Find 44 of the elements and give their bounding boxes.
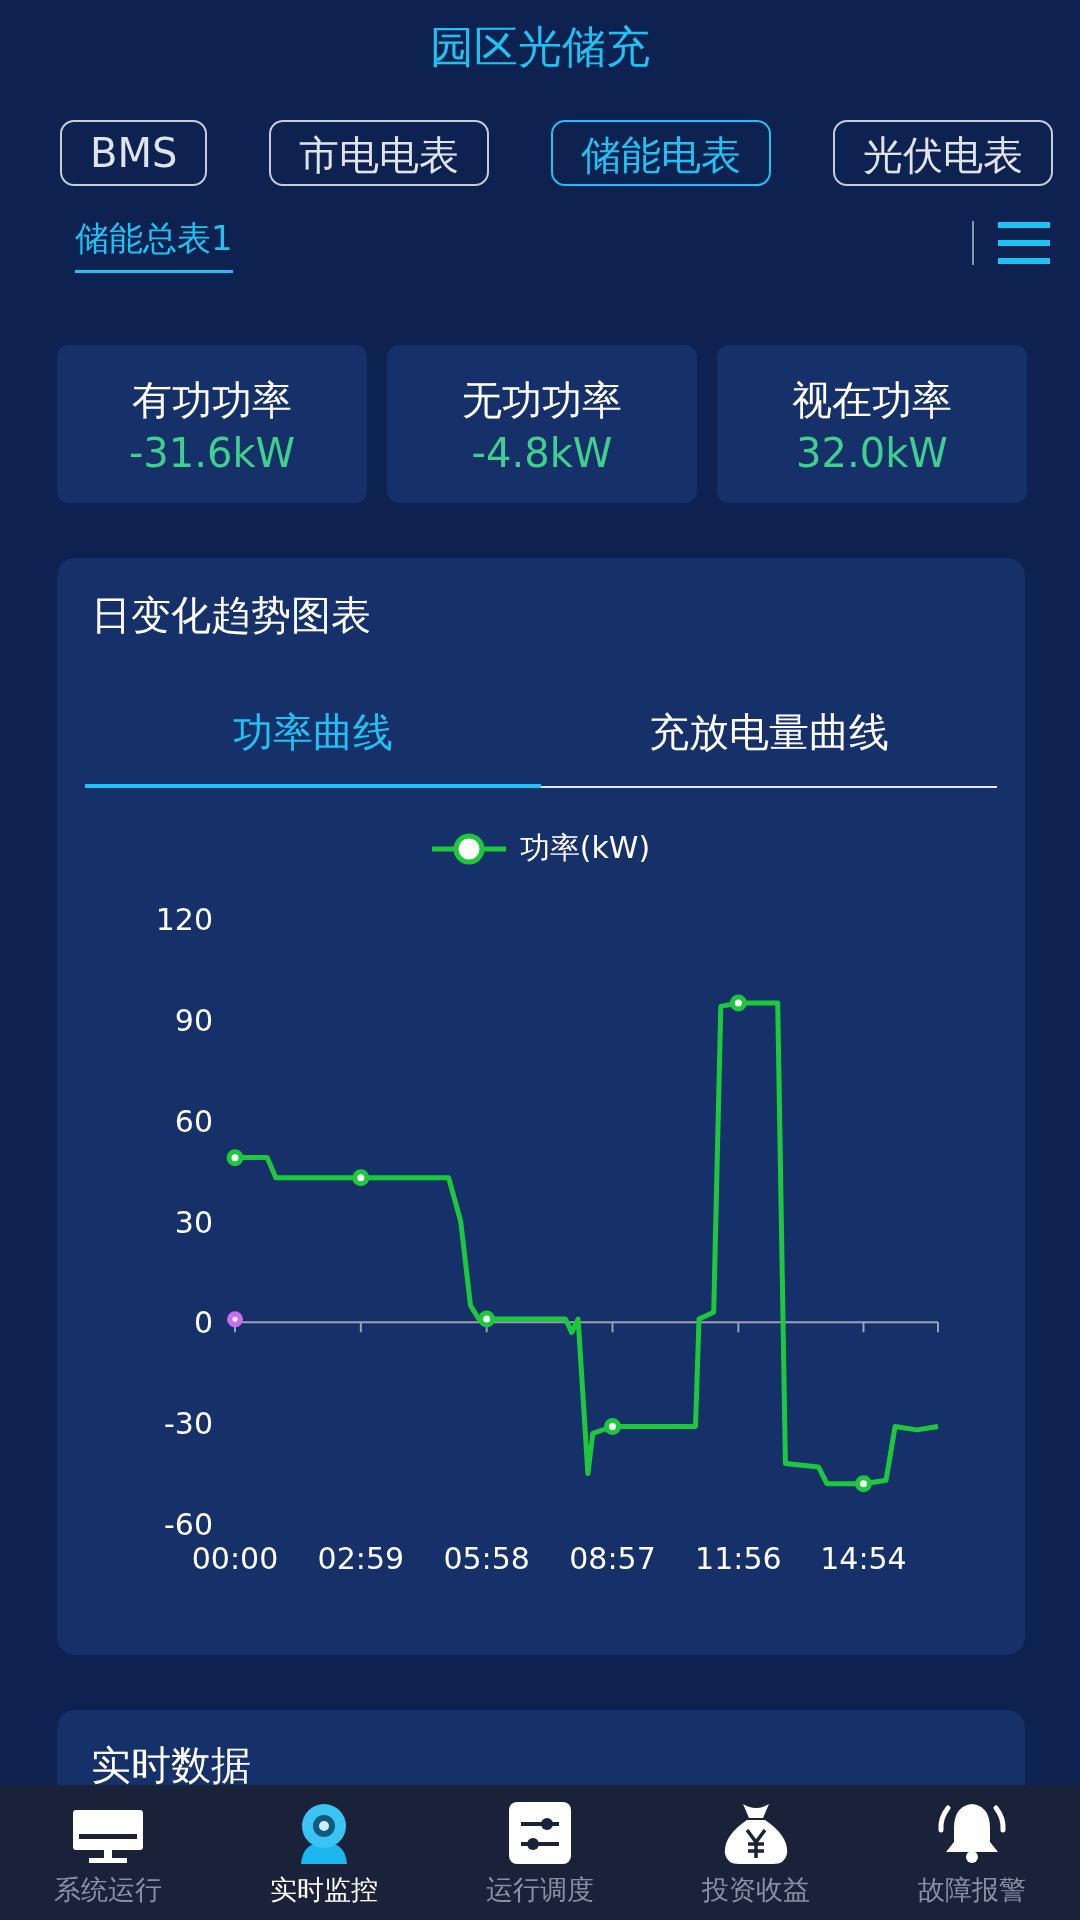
legend-label: 功率(kW) [519, 829, 651, 867]
x-axis-label: 00:00 [191, 1541, 279, 1576]
y-axis-label: -30 [164, 1406, 213, 1442]
data-point [352, 1169, 370, 1187]
data-point [855, 1475, 872, 1493]
meter-tab[interactable]: 储能电表 [551, 120, 772, 186]
data-point [478, 1310, 496, 1328]
x-axis-label: 05:58 [443, 1541, 530, 1576]
y-axis-label: 120 [155, 902, 213, 937]
chart-tab[interactable]: 功率曲线 [85, 705, 541, 788]
y-axis-label: 30 [174, 1204, 213, 1240]
y-axis-label: 60 [174, 1103, 213, 1139]
meter-tab[interactable]: BMS [60, 120, 208, 186]
legend-line-icon [431, 831, 506, 866]
stat-label: 无功功率 [462, 375, 622, 425]
stat-label: 视在功率 [792, 375, 952, 425]
data-point [729, 994, 747, 1012]
x-axis-label: 02:59 [317, 1541, 405, 1576]
data-point [226, 1149, 244, 1167]
nav-item[interactable]: 投资收益 [648, 1785, 864, 1920]
stat-value: -31.6kW [128, 429, 296, 476]
sliders-icon [509, 1802, 571, 1864]
x-axis-label: 11:56 [695, 1541, 782, 1576]
y-axis-label: -60 [164, 1507, 213, 1542]
y-axis-label: 90 [174, 1002, 213, 1038]
data-point [604, 1418, 621, 1436]
x-axis-label: 08:57 [569, 1541, 656, 1576]
card-title: 日变化趋势图表 [90, 591, 372, 640]
stat-value: -4.8kW [471, 429, 613, 476]
meter-sub-tab[interactable]: 储能总表1 [75, 212, 233, 273]
nav-item[interactable]: 运行调度 [432, 1785, 648, 1920]
monitor-icon [71, 1808, 145, 1864]
x-axis-label: 14:54 [820, 1541, 907, 1576]
menu-icon[interactable] [998, 221, 1050, 264]
marker-point [227, 1311, 243, 1328]
chart-tab[interactable]: 充放电量曲线 [541, 705, 997, 788]
y-axis-label: 0 [193, 1305, 213, 1341]
stat-label: 有功功率 [132, 375, 292, 425]
meter-tab[interactable]: 市电电表 [269, 120, 490, 186]
app-title: 园区光储充 [429, 20, 651, 74]
meter-tab[interactable]: 光伏电表 [833, 120, 1054, 186]
stat-value: 32.0kW [796, 429, 948, 476]
nav-item[interactable]: 故障报警 [864, 1785, 1080, 1920]
money-bag-icon [723, 1802, 789, 1864]
